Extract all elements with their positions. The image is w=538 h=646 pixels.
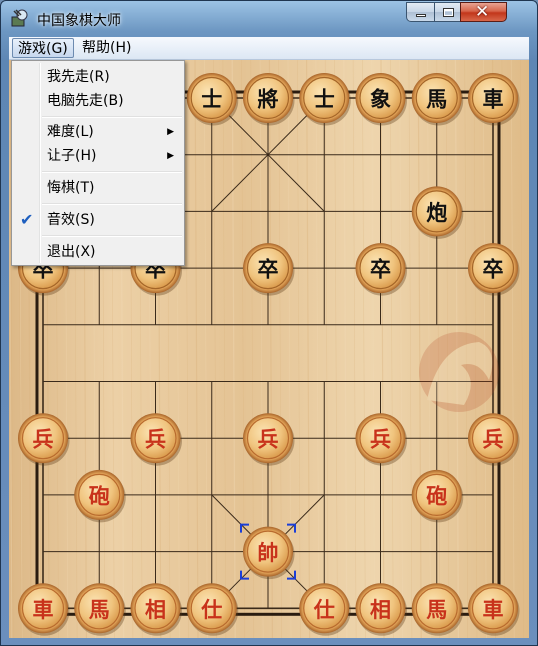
game-menu-dropdown: 我先走(R) 电脑先走(B) 难度(L) ▶ 让子(H) ▶ 悔棋(T) ✔ 音效(S… — [11, 60, 185, 266]
piece-label: 仕 — [313, 597, 335, 622]
piece-label: 仕 — [200, 597, 222, 622]
piece-label: 兵 — [145, 427, 166, 452]
piece-label: 相 — [145, 597, 166, 622]
menu-item-sound[interactable]: ✔ 音效(S) — [14, 209, 182, 231]
piece-label: 卒 — [258, 257, 279, 282]
piece-label: 相 — [370, 597, 391, 622]
piece-label: 炮 — [426, 200, 447, 225]
menu-item-difficulty[interactable]: 难度(L) ▶ — [14, 121, 182, 143]
piece-label: 砲 — [89, 483, 110, 508]
piece-label: 士 — [314, 87, 335, 112]
menu-separator — [42, 235, 182, 237]
menu-separator — [42, 203, 182, 205]
piece-label: 馬 — [426, 87, 447, 112]
minimize-icon — [416, 14, 426, 17]
menu-item-exit[interactable]: 退出(X) — [14, 241, 182, 263]
chess-app-icon — [11, 9, 28, 27]
piece-label: 兵 — [258, 427, 279, 452]
menu-help[interactable]: 帮助(H) — [77, 38, 136, 58]
window-title: 中国象棋大师 — [37, 13, 121, 29]
piece-label: 卒 — [483, 257, 504, 282]
title-bar[interactable]: 中国象棋大师 ✕ — [1, 1, 537, 37]
app-window: 中国象棋大师 ✕ 游戏(G) 帮助(H) 士 將 士 象 馬 車 炮 卒 卒 卒… — [0, 0, 538, 646]
menu-item-player-first[interactable]: 我先走(R) — [14, 66, 182, 88]
caption-buttons: ✕ — [406, 2, 531, 24]
piece-label: 兵 — [370, 427, 391, 452]
close-icon: ✕ — [475, 2, 490, 22]
piece-label: 卒 — [370, 257, 391, 282]
menu-separator — [42, 171, 182, 173]
menu-item-undo[interactable]: 悔棋(T) — [14, 177, 182, 199]
submenu-arrow-icon: ▶ — [167, 127, 174, 137]
menu-separator — [42, 116, 182, 118]
checkmark-icon: ✔ — [20, 210, 34, 229]
menu-bar: 游戏(G) 帮助(H) — [9, 37, 529, 60]
piece-label: 車 — [483, 87, 504, 112]
piece-label: 兵 — [483, 427, 504, 452]
maximize-icon — [443, 8, 454, 17]
piece-label: 帥 — [258, 540, 279, 565]
menu-game[interactable]: 游戏(G) — [12, 38, 74, 58]
watermark-logo — [419, 332, 499, 412]
piece-label: 車 — [33, 597, 54, 622]
maximize-button[interactable] — [434, 2, 461, 22]
piece-label: 將 — [258, 87, 279, 112]
piece-label: 馬 — [89, 597, 110, 622]
piece-label: 士 — [201, 87, 222, 112]
submenu-arrow-icon: ▶ — [167, 151, 174, 161]
piece-label: 車 — [483, 597, 504, 622]
piece-label: 馬 — [426, 597, 447, 622]
menu-item-computer-first[interactable]: 电脑先走(B) — [14, 90, 182, 112]
piece-label: 象 — [370, 87, 391, 112]
menu-item-handicap[interactable]: 让子(H) ▶ — [14, 145, 182, 167]
piece-label: 砲 — [426, 483, 447, 508]
minimize-button[interactable] — [406, 2, 435, 22]
piece-label: 兵 — [33, 427, 54, 452]
close-button[interactable]: ✕ — [460, 2, 507, 22]
